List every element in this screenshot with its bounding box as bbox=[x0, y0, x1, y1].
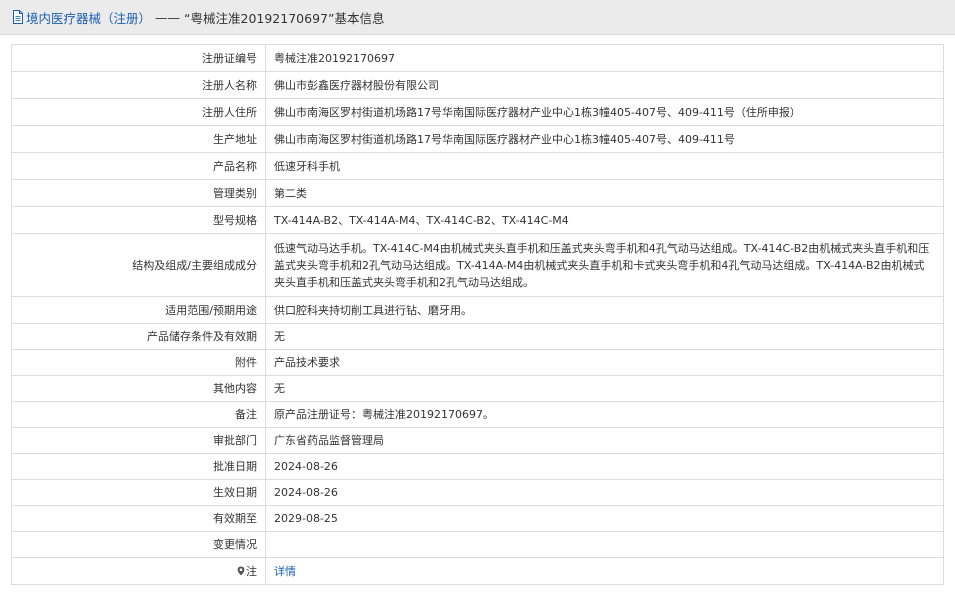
row-label: 产品储存条件及有效期 bbox=[11, 323, 266, 350]
breadcrumb-link[interactable]: 境内医疗器械（注册） bbox=[26, 8, 151, 27]
map-pin-icon bbox=[237, 564, 245, 575]
row-label: 产品名称 bbox=[11, 152, 266, 180]
row-label: 生效日期 bbox=[11, 479, 266, 506]
row-value: 广东省药品监督管理局 bbox=[265, 427, 944, 454]
row-label: 备注 bbox=[11, 401, 266, 428]
row-value: 2024-08-26 bbox=[265, 479, 944, 506]
note-row: 注 详情 bbox=[11, 557, 944, 585]
table-row: 审批部门 广东省药品监督管理局 bbox=[11, 427, 944, 454]
row-value: 第二类 bbox=[265, 179, 944, 207]
row-label: 附件 bbox=[11, 349, 266, 376]
row-label: 有效期至 bbox=[11, 505, 266, 532]
row-label: 注册证编号 bbox=[11, 44, 266, 72]
table-row: 注册人住所 佛山市南海区罗村街道机场路17号华南国际医疗器材产业中心1栋3幢40… bbox=[11, 98, 944, 126]
note-value-cell: 详情 bbox=[265, 557, 944, 585]
row-label: 审批部门 bbox=[11, 427, 266, 454]
row-label: 结构及组成/主要组成成分 bbox=[11, 233, 266, 297]
row-value: 佛山市南海区罗村街道机场路17号华南国际医疗器材产业中心1栋3幢405-407号… bbox=[265, 98, 944, 126]
breadcrumb-separator: —— bbox=[155, 9, 181, 25]
row-label: 型号规格 bbox=[11, 206, 266, 234]
row-label: 适用范围/预期用途 bbox=[11, 296, 266, 324]
table-row: 有效期至 2029-08-25 bbox=[11, 505, 944, 532]
info-table: 注册证编号 粤械注准20192170697 注册人名称 佛山市彭鑫医疗器材股份有… bbox=[11, 44, 944, 585]
table-row: 型号规格 TX-414A-B2、TX-414A-M4、TX-414C-B2、TX… bbox=[11, 206, 944, 234]
row-label: 批准日期 bbox=[11, 453, 266, 480]
row-label: 注册人住所 bbox=[11, 98, 266, 126]
table-row: 结构及组成/主要组成成分 低速气动马达手机。TX-414C-M4由机械式夹头直手… bbox=[11, 233, 944, 297]
table-row: 其他内容 无 bbox=[11, 375, 944, 402]
table-row: 附件 产品技术要求 bbox=[11, 349, 944, 376]
table-row: 管理类别 第二类 bbox=[11, 179, 944, 207]
table-row: 产品名称 低速牙科手机 bbox=[11, 152, 944, 180]
row-label: 注册人名称 bbox=[11, 71, 266, 99]
document-icon bbox=[12, 10, 24, 24]
table-row: 批准日期 2024-08-26 bbox=[11, 453, 944, 480]
row-value: 原产品注册证号：粤械注准20192170697。 bbox=[265, 401, 944, 428]
table-row: 生产地址 佛山市南海区罗村街道机场路17号华南国际医疗器材产业中心1栋3幢405… bbox=[11, 125, 944, 153]
details-link[interactable]: 详情 bbox=[274, 565, 296, 578]
table-row: 生效日期 2024-08-26 bbox=[11, 479, 944, 506]
row-value: 粤械注准20192170697 bbox=[265, 44, 944, 72]
table-row: 注册人名称 佛山市彭鑫医疗器材股份有限公司 bbox=[11, 71, 944, 99]
row-value: 无 bbox=[265, 375, 944, 402]
row-value: 2024-08-26 bbox=[265, 453, 944, 480]
row-label: 变更情况 bbox=[11, 531, 266, 558]
row-value: 低速牙科手机 bbox=[265, 152, 944, 180]
table-row: 适用范围/预期用途 供口腔科夹持切削工具进行钻、磨牙用。 bbox=[11, 296, 944, 324]
row-label: 生产地址 bbox=[11, 125, 266, 153]
row-value: 2029-08-25 bbox=[265, 505, 944, 532]
row-value: 无 bbox=[265, 323, 944, 350]
row-value: TX-414A-B2、TX-414A-M4、TX-414C-B2、TX-414C… bbox=[265, 206, 944, 234]
page-header: 境内医疗器械（注册） —— “粤械注准20192170697”基本信息 bbox=[0, 0, 955, 35]
table-row: 产品储存条件及有效期 无 bbox=[11, 323, 944, 350]
row-label: 管理类别 bbox=[11, 179, 266, 207]
row-value: 低速气动马达手机。TX-414C-M4由机械式夹头直手机和压盖式夹头弯手机和4孔… bbox=[265, 233, 944, 297]
table-row: 变更情况 bbox=[11, 531, 944, 558]
page-title: “粤械注准20192170697”基本信息 bbox=[184, 10, 385, 26]
note-label-cell: 注 bbox=[11, 557, 266, 585]
table-row: 备注 原产品注册证号：粤械注准20192170697。 bbox=[11, 401, 944, 428]
row-value: 产品技术要求 bbox=[265, 349, 944, 376]
row-value: 供口腔科夹持切削工具进行钻、磨牙用。 bbox=[265, 296, 944, 324]
row-value: 佛山市南海区罗村街道机场路17号华南国际医疗器材产业中心1栋3幢405-407号… bbox=[265, 125, 944, 153]
row-value: 佛山市彭鑫医疗器材股份有限公司 bbox=[265, 71, 944, 99]
table-row: 注册证编号 粤械注准20192170697 bbox=[11, 44, 944, 72]
note-label: 注 bbox=[246, 564, 257, 578]
row-value bbox=[265, 531, 944, 558]
row-label: 其他内容 bbox=[11, 375, 266, 402]
